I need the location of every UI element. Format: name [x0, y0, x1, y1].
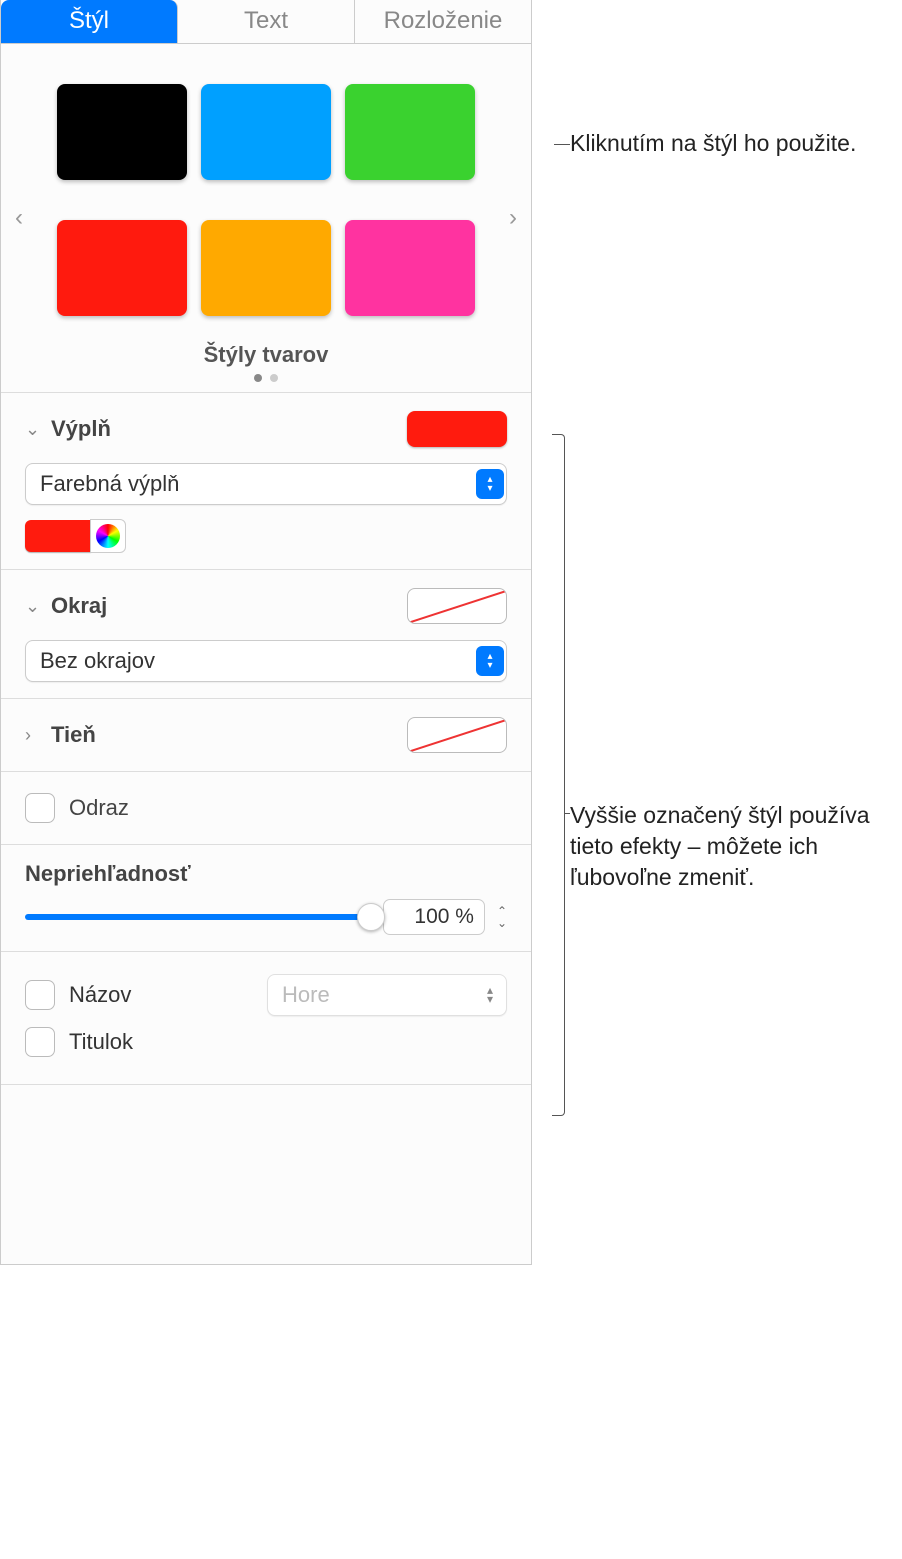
reflection-label: Odraz: [69, 795, 129, 821]
style-swatch-green[interactable]: [345, 84, 475, 180]
styles-prev-icon[interactable]: ‹: [7, 204, 31, 232]
page-dot-1[interactable]: [254, 374, 262, 382]
title-label: Názov: [69, 982, 131, 1008]
fill-type-popup[interactable]: Farebná výplň ▴▾: [25, 463, 507, 505]
shadow-section: › Tieň: [1, 698, 531, 771]
help-callouts: Kliknutím na štýl ho použite. Vyššie ozn…: [532, 0, 902, 1265]
fill-color-well[interactable]: [407, 411, 507, 447]
shape-styles-area: ‹ › Štýly tvarov: [1, 44, 531, 392]
shape-styles-label: Štýly tvarov: [13, 342, 519, 368]
shadow-preview-well[interactable]: [407, 717, 507, 753]
page-dot-2[interactable]: [270, 374, 278, 382]
stepper-down-icon[interactable]: ⌄: [497, 917, 507, 929]
style-swatch-red[interactable]: [57, 220, 187, 316]
opacity-label: Nepriehľadnosť: [25, 861, 507, 887]
shadow-header: Tieň: [51, 722, 96, 748]
style-swatch-orange[interactable]: [201, 220, 331, 316]
style-swatch-blue[interactable]: [201, 84, 331, 180]
border-header: Okraj: [51, 593, 107, 619]
fill-section: ⌄ Výplň Farebná výplň ▴▾: [1, 392, 531, 569]
color-wheel-icon: [96, 524, 120, 548]
opacity-slider[interactable]: [25, 914, 371, 920]
title-position-popup[interactable]: Hore ▴▾: [267, 974, 507, 1016]
tab-style[interactable]: Štýl: [1, 0, 178, 43]
inspector-tabs: Štýl Text Rozloženie: [1, 0, 531, 44]
border-preview-well[interactable]: [407, 588, 507, 624]
fill-preset-color[interactable]: [25, 520, 91, 552]
callout-apply-style: Kliknutím na štýl ho použite.: [570, 128, 856, 159]
slider-thumb[interactable]: [357, 903, 385, 931]
chevron-right-icon[interactable]: ›: [25, 725, 45, 746]
opacity-value: 100 %: [414, 905, 474, 929]
style-swatch-black[interactable]: [57, 84, 187, 180]
border-type-value: Bez okrajov: [40, 648, 155, 674]
fill-header: Výplň: [51, 416, 111, 442]
reflection-section: Odraz: [1, 771, 531, 844]
opacity-value-field[interactable]: 100 %: [383, 899, 485, 935]
tab-text[interactable]: Text: [178, 0, 355, 43]
border-type-popup[interactable]: Bez okrajov ▴▾: [25, 640, 507, 682]
opacity-section: Nepriehľadnosť 100 % ⌃ ⌄: [1, 844, 531, 951]
popup-arrows-icon: ▴▾: [476, 646, 504, 676]
caption-label: Titulok: [69, 1029, 133, 1055]
popup-arrows-icon: ▴▾: [476, 980, 504, 1010]
chevron-down-icon[interactable]: ⌄: [25, 419, 45, 440]
format-inspector-panel: Štýl Text Rozloženie ‹ › Štýly tvarov: [0, 0, 532, 1265]
reflection-checkbox[interactable]: [25, 793, 55, 823]
tab-layout[interactable]: Rozloženie: [355, 0, 531, 43]
callout-effects: Vyššie označený štýl používa tieto efekt…: [570, 800, 900, 893]
title-checkbox[interactable]: [25, 980, 55, 1010]
style-swatch-pink[interactable]: [345, 220, 475, 316]
title-caption-section: Názov Hore ▴▾ Titulok: [1, 951, 531, 1084]
styles-next-icon[interactable]: ›: [501, 204, 525, 232]
styles-page-dots: [13, 374, 519, 382]
chevron-down-icon[interactable]: ⌄: [25, 596, 45, 617]
popup-arrows-icon: ▴▾: [476, 469, 504, 499]
fill-type-value: Farebná výplň: [40, 471, 179, 497]
caption-checkbox[interactable]: [25, 1027, 55, 1057]
fill-color-picker[interactable]: [90, 519, 126, 553]
panel-footer-space: [1, 1084, 531, 1264]
border-section: ⌄ Okraj Bez okrajov ▴▾: [1, 569, 531, 698]
opacity-stepper[interactable]: ⌃ ⌄: [497, 905, 507, 929]
title-position-value: Hore: [282, 982, 330, 1008]
